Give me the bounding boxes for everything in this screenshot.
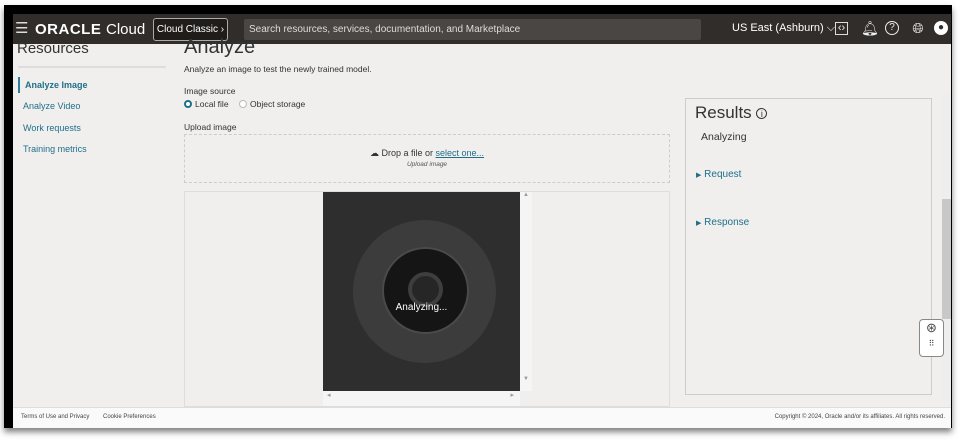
divider	[18, 66, 166, 68]
lifebuoy-icon: ⊛	[926, 320, 937, 335]
image-vertical-scrollbar[interactable]: ▲ ▼	[520, 192, 532, 391]
file-dropzone[interactable]: ☁ Drop a file or select one... Upload im…	[184, 134, 670, 183]
sidebar-item-work-requests[interactable]: Work requests	[18, 120, 81, 136]
radio-selected-icon	[184, 100, 192, 108]
response-label: Response	[704, 217, 750, 228]
scrollbar-thumb[interactable]	[942, 199, 951, 319]
top-header: ☰ ORACLE Cloud Cloud Classic › Search re…	[13, 14, 951, 44]
grid-icon: ⠿	[928, 339, 935, 348]
page-scrollbar[interactable]	[942, 94, 951, 406]
profile-icon[interactable]: ●	[934, 21, 948, 35]
footer: Terms of Use and Privacy Cookie Preferen…	[13, 407, 951, 428]
page-description: Analyze an image to test the newly train…	[184, 64, 372, 74]
sidebar-item-training-metrics[interactable]: Training metrics	[18, 141, 87, 157]
radio-object-storage[interactable]: Object storage	[239, 99, 305, 109]
radio-label: Local file	[195, 99, 229, 109]
uploaded-image: Analyzing...	[323, 192, 520, 391]
select-file-link[interactable]: select one...	[436, 148, 485, 158]
results-title: Results i	[695, 103, 768, 123]
upload-image-label: Upload image	[184, 122, 237, 132]
logo-suffix: Cloud	[106, 21, 146, 38]
caret-right-icon: ▶	[696, 220, 702, 227]
radio-unselected-icon	[239, 100, 247, 108]
results-title-text: Results	[695, 103, 752, 122]
results-panel: Results i Analyzing ▶ Request ▶ Response	[685, 98, 932, 395]
search-input[interactable]: Search resources, services, documentatio…	[244, 19, 701, 40]
bell-icon[interactable]: 🔔︎	[861, 20, 879, 36]
sidebar-item-analyze-image[interactable]: Analyze Image	[18, 77, 88, 93]
help-widget-button[interactable]: ⊛ ⠿	[919, 319, 944, 357]
drop-text: Drop a file or	[381, 148, 436, 158]
radio-local-file[interactable]: Local file	[184, 99, 229, 109]
response-expander[interactable]: ▶ Response	[696, 217, 749, 228]
globe-icon[interactable]: 🌐︎	[910, 20, 926, 36]
image-source-label: Image source	[184, 86, 236, 96]
help-icon[interactable]: ?	[885, 21, 899, 35]
page-title: Analyze	[184, 36, 256, 58]
cloud-upload-icon: ☁	[369, 148, 379, 158]
copyright: Copyright © 2024, Oracle and/or its affi…	[774, 414, 945, 420]
sidebar-item-analyze-video[interactable]: Analyze Video	[18, 98, 80, 114]
oracle-cloud-logo[interactable]: ORACLE Cloud	[35, 21, 145, 38]
caret-right-icon: ▶	[696, 172, 702, 179]
image-preview-panel: Analyzing... ▲ ▼ ◂ ▸	[184, 191, 670, 407]
code-editor-icon[interactable]: ‹›	[835, 22, 848, 35]
analyzing-overlay: Analyzing...	[395, 302, 448, 313]
radio-label: Object storage	[250, 99, 306, 109]
logo-text: ORACLE	[35, 21, 102, 38]
request-expander[interactable]: ▶ Request	[696, 169, 741, 180]
image-horizontal-scrollbar[interactable]: ◂ ▸	[323, 391, 520, 406]
window-frame: ☰ ORACLE Cloud Cloud Classic › Search re…	[4, 5, 952, 428]
oci-console: ☰ ORACLE Cloud Cloud Classic › Search re…	[13, 14, 951, 428]
terms-link[interactable]: Terms of Use and Privacy	[21, 408, 89, 427]
info-icon[interactable]: i	[756, 108, 768, 120]
cookie-preferences-link[interactable]: Cookie Preferences	[103, 408, 156, 427]
results-status: Analyzing	[701, 131, 747, 143]
hamburger-icon[interactable]: ☰	[15, 19, 28, 37]
dropzone-hint: Upload image	[406, 161, 448, 168]
request-label: Request	[704, 169, 742, 180]
region-selector[interactable]: US East (Ashburn) ⌵	[732, 22, 835, 35]
sidebar-title: Resources	[17, 40, 89, 57]
